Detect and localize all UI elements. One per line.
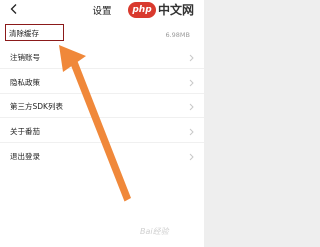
clear-cache-row[interactable]: 清除缓存 6.98MB xyxy=(0,25,204,42)
php-watermark-logo: php 中文网 xyxy=(128,2,202,19)
third-party-sdk-label: 第三方SDK列表 xyxy=(10,102,63,111)
bottom-watermark: Bai经验 xyxy=(140,227,169,236)
third-party-sdk-row[interactable]: 第三方SDK列表 xyxy=(0,96,204,118)
watermark-text: 中文网 xyxy=(158,3,195,17)
cancel-account-label: 注销账号 xyxy=(10,53,40,62)
chevron-right-icon xyxy=(189,153,194,161)
cache-size-value: 6.98MB xyxy=(165,31,190,39)
chevron-right-icon xyxy=(189,54,194,62)
cancel-account-row[interactable]: 注销账号 xyxy=(0,47,204,69)
privacy-policy-label: 隐私政策 xyxy=(10,78,40,87)
privacy-policy-row[interactable]: 隐私政策 xyxy=(0,72,204,94)
logout-row[interactable]: 退出登录 xyxy=(0,146,204,168)
chevron-right-icon xyxy=(189,79,194,87)
watermark-logo-badge: php xyxy=(128,2,156,18)
chevron-right-icon xyxy=(189,128,194,136)
logout-label: 退出登录 xyxy=(10,152,40,161)
settings-page: 设置 php 中文网 清除缓存 6.98MB 注销账号 隐私政策 第三方SDK列… xyxy=(0,0,204,247)
clear-cache-label: 清除缓存 xyxy=(9,29,39,38)
about-row[interactable]: 关于番茄 xyxy=(0,121,204,143)
about-label: 关于番茄 xyxy=(10,127,40,136)
chevron-right-icon xyxy=(189,103,194,111)
